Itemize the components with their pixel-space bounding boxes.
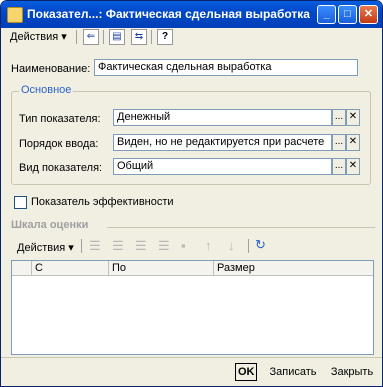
chevron-down-icon: ▾ [61,31,67,43]
order-field[interactable]: Виден, но не редактируется при расчете [113,134,332,151]
scale-section-title: Шкала оценки [11,219,89,231]
efficiency-checkbox[interactable] [14,196,27,209]
back-arrow-icon[interactable]: ⇐ [83,29,99,45]
move-down-icon[interactable]: ↓ [228,238,235,253]
toolbar-divider [151,30,152,44]
column-header-to[interactable]: По [109,261,214,276]
ok-button[interactable]: OK [235,363,257,381]
column-header-size[interactable]: Размер [214,261,373,276]
move-up-icon[interactable]: ↑ [205,238,212,253]
kind-clear-button[interactable]: ✕ [346,158,360,175]
close-button[interactable]: Закрыть [328,363,376,381]
name-label: Наименование: [11,63,91,75]
kind-select-button[interactable]: ... [332,158,346,175]
scale-section-divider [107,227,375,228]
efficiency-label[interactable]: Показатель эффективности [31,196,174,208]
type-select-button[interactable]: ... [332,109,346,126]
toolbar-divider [76,30,77,44]
refresh-icon[interactable]: ↻ [255,237,266,253]
maximize-button[interactable]: □ [338,5,357,24]
edit-row-icon[interactable]: ☰ [135,238,147,254]
actions-menu-label: Действия [10,31,59,43]
toolbar-divider [103,30,104,44]
toolbar-divider [248,239,249,253]
type-clear-button[interactable]: ✕ [346,109,360,126]
main-toolbar: Действия ▾ ⇐ ▤ ⇆ ? [4,28,379,46]
main-group-title: Основное [19,84,74,96]
order-clear-button[interactable]: ✕ [346,134,360,151]
scale-actions-label: Действия [17,242,66,254]
order-select-button[interactable]: ... [332,134,346,151]
close-window-button[interactable]: ✕ [359,5,378,24]
table-corner-header [12,261,32,276]
structure-icon[interactable]: ▤ [109,29,125,45]
column-header-from[interactable]: С [32,261,109,276]
window-title: Показател...: Фактическая сдельная выраб… [27,7,310,21]
scale-actions-menu-button[interactable]: Действия ▾ [17,241,74,254]
window-app-icon [7,7,23,23]
actions-menu-button[interactable]: Действия ▾ [7,29,70,45]
refresh-doc-icon[interactable]: ⇆ [131,29,147,45]
dialog-window: Показател...: Фактическая сдельная выраб… [0,0,383,387]
scale-table[interactable]: С По Размер [11,260,374,355]
delete-row-icon[interactable]: ☰ [158,238,170,254]
order-label: Порядок ввода: [19,138,99,150]
name-field[interactable]: Фактическая сдельная выработка [94,59,358,76]
help-icon[interactable]: ? [157,29,173,45]
footer-divider [1,357,382,358]
end-edit-icon[interactable]: ▪ [181,238,186,253]
copy-row-icon[interactable]: ☰ [112,238,124,254]
minimize-button[interactable]: _ [317,5,336,24]
chevron-down-icon: ▾ [68,242,74,254]
type-label: Тип показателя: [19,113,101,125]
toolbar-divider [81,239,82,253]
add-row-icon[interactable]: ☰ [89,238,101,254]
save-button[interactable]: Записать [267,363,319,381]
kind-label: Вид показателя: [19,162,103,174]
title-bar[interactable]: Показател...: Фактическая сдельная выраб… [1,1,382,28]
type-field[interactable]: Денежный [113,109,332,126]
kind-field[interactable]: Общий [113,158,332,175]
